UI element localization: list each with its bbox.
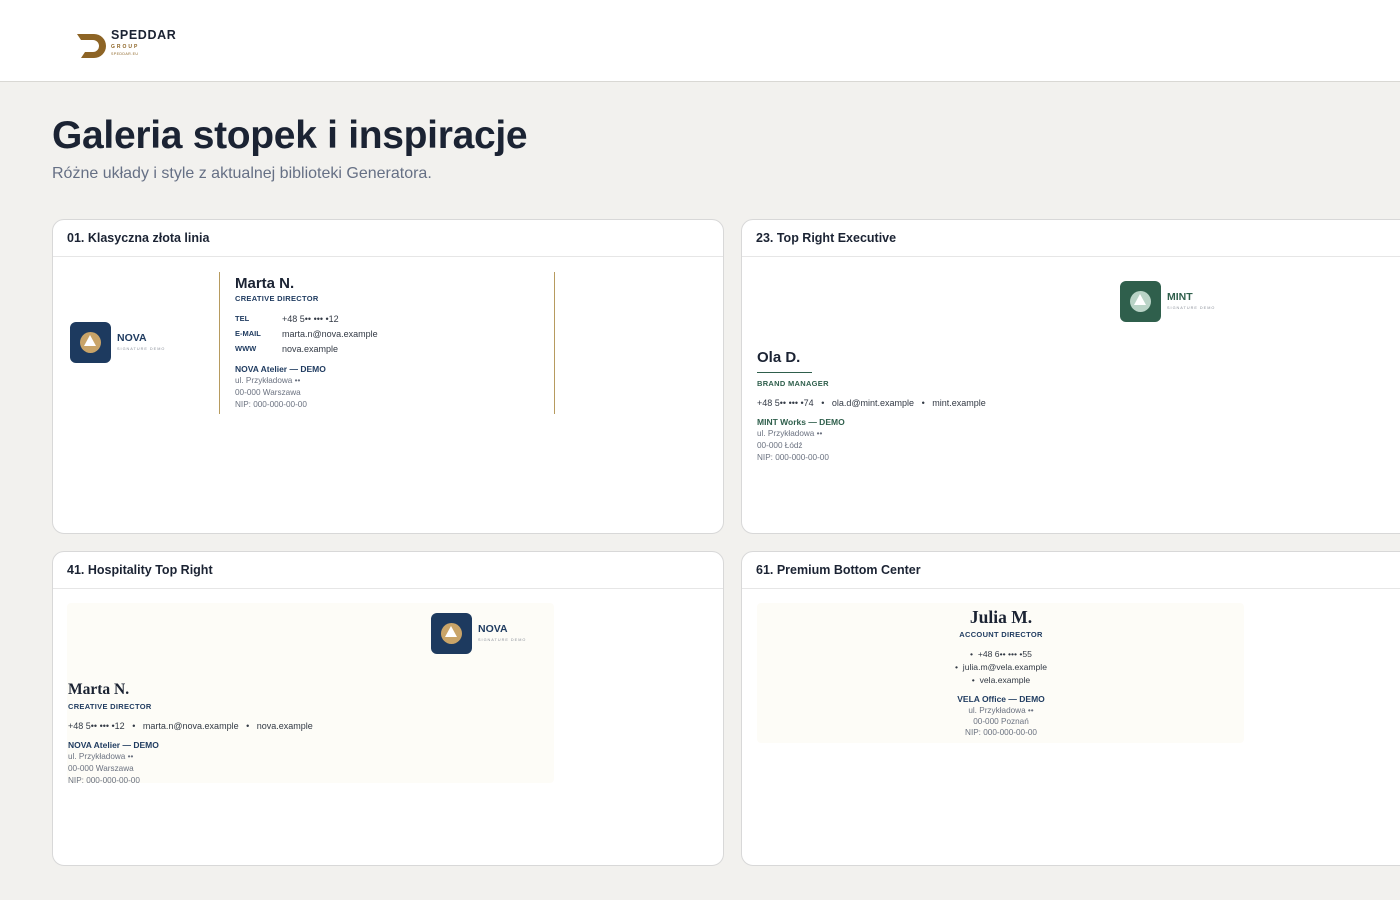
page-title: Galeria stopek i inspiracje <box>52 114 528 157</box>
signature-preview: MINT SIGNATURE DEMO Ola D. BRAND MANAGER… <box>742 257 1400 533</box>
contact-phone-row[interactable]: • +48 6•• ••• •55 <box>901 649 1101 659</box>
brand-group: GROUP <box>111 44 140 50</box>
signature-card-61[interactable]: 61. Premium Bottom Center Julia M. ACCOU… <box>741 551 1400 866</box>
address-line: NIP: 000-000-00-00 <box>68 776 140 785</box>
contact-label-tel: TEL <box>235 314 250 323</box>
address-line: 00-000 Warszawa <box>235 388 301 397</box>
brand-name: SPEDDAR <box>111 28 177 42</box>
person-name: Marta N. <box>68 681 130 698</box>
top-bar: SPEDDAR GROUP SPEDDAR.EU <box>0 0 1400 82</box>
signature-preview: Julia M. ACCOUNT DIRECTOR • +48 6•• ••• … <box>742 589 1400 865</box>
contact-line: +48 5•• ••• •12 • marta.n@nova.example •… <box>68 721 313 731</box>
person-role: BRAND MANAGER <box>757 379 829 388</box>
card-title: 61. Premium Bottom Center <box>742 552 1400 589</box>
contact-phone[interactable]: +48 6•• ••• •55 <box>978 649 1032 659</box>
card-title: 41. Hospitality Top Right <box>53 552 723 589</box>
person-name: Ola D. <box>757 349 801 366</box>
signature-preview: NOVA SIGNATURE DEMO Marta N. CREATIVE DI… <box>53 257 723 533</box>
address-line: 00-000 Warszawa <box>68 764 134 773</box>
name-underline <box>757 372 812 373</box>
contact-line: +48 5•• ••• •74 • ola.d@mint.example • m… <box>757 398 986 408</box>
company-name: MINT Works — DEMO <box>757 417 845 427</box>
centered-signature: Julia M. ACCOUNT DIRECTOR • +48 6•• ••• … <box>901 607 1101 737</box>
address-line: ul. Przykładowa •• <box>968 706 1034 715</box>
signature-card-23[interactable]: 23. Top Right Executive MINT SIGNATURE D… <box>741 219 1400 534</box>
separator-dot: • <box>132 721 136 731</box>
speddar-logo[interactable]: SPEDDAR GROUP SPEDDAR.EU <box>77 27 197 63</box>
card-title: 01. Klasyczna złota linia <box>53 220 723 257</box>
contact-website[interactable]: mint.example <box>932 398 986 408</box>
mint-logo-icon <box>1120 281 1161 322</box>
address-line: ul. Przykładowa •• <box>68 752 134 761</box>
contact-email[interactable]: marta.n@nova.example <box>143 721 239 731</box>
contact-value-www[interactable]: nova.example <box>282 344 338 354</box>
signature-card-01[interactable]: 01. Klasyczna złota linia NOVA SIGNATURE… <box>52 219 724 534</box>
separator-dot: • <box>921 398 925 408</box>
address-line: NIP: 000-000-00-00 <box>965 728 1037 737</box>
contact-value-email[interactable]: marta.n@nova.example <box>282 329 378 339</box>
company-name: VELA Office — DEMO <box>957 694 1045 704</box>
logo-tagline: SIGNATURE DEMO <box>1167 306 1216 310</box>
contact-website[interactable]: vela.example <box>980 675 1031 685</box>
contact-label-www: WWW <box>235 344 257 353</box>
person-role: ACCOUNT DIRECTOR <box>959 630 1043 639</box>
speddar-logo-icon <box>77 34 106 58</box>
person-role: CREATIVE DIRECTOR <box>235 294 319 303</box>
contact-email[interactable]: julia.m@vela.example <box>963 662 1047 672</box>
logo-tagline: SIGNATURE DEMO <box>478 638 527 642</box>
person-role: CREATIVE DIRECTOR <box>68 702 152 711</box>
logo-word: NOVA <box>478 623 508 635</box>
address-line: 00-000 Łódź <box>757 441 803 450</box>
contact-email[interactable]: ola.d@mint.example <box>832 398 914 408</box>
address-line: ul. Przykładowa •• <box>235 376 301 385</box>
signature-preview: NOVA SIGNATURE DEMO Marta N. CREATIVE DI… <box>53 589 723 865</box>
logo-tagline: SIGNATURE DEMO <box>117 347 166 351</box>
contact-phone[interactable]: +48 5•• ••• •74 <box>757 398 814 408</box>
logo-word: MINT <box>1167 291 1193 303</box>
contact-label-email: E-MAIL <box>235 329 261 338</box>
contact-phone[interactable]: +48 5•• ••• •12 <box>68 721 125 731</box>
nova-logo-icon <box>431 613 472 654</box>
logo-word: NOVA <box>117 332 147 344</box>
person-name: Marta N. <box>235 275 295 292</box>
gold-divider-left <box>219 272 220 414</box>
separator-dot: • <box>246 721 250 731</box>
address-line: ul. Przykładowa •• <box>757 429 823 438</box>
contact-website[interactable]: nova.example <box>257 721 313 731</box>
signature-card-41[interactable]: 41. Hospitality Top Right NOVA SIGNATURE… <box>52 551 724 866</box>
brand-url: SPEDDAR.EU <box>111 52 139 56</box>
gold-divider-right <box>554 272 555 414</box>
address-line: NIP: 000-000-00-00 <box>235 400 307 409</box>
company-name: NOVA Atelier — DEMO <box>68 740 159 750</box>
contact-email-row[interactable]: • julia.m@vela.example <box>901 662 1101 672</box>
person-name: Julia M. <box>969 607 1033 627</box>
company-name: NOVA Atelier — DEMO <box>235 364 326 374</box>
contact-website-row[interactable]: • vela.example <box>901 675 1101 685</box>
address-line: NIP: 000-000-00-00 <box>757 453 829 462</box>
separator-dot: • <box>821 398 825 408</box>
nova-logo-icon <box>70 322 111 363</box>
card-title: 23. Top Right Executive <box>742 220 1400 257</box>
page-subtitle: Różne układy i style z aktualnej bibliot… <box>52 165 432 182</box>
address-line: 00-000 Poznań <box>973 717 1029 726</box>
contact-value-tel[interactable]: +48 5•• ••• •12 <box>282 314 339 324</box>
